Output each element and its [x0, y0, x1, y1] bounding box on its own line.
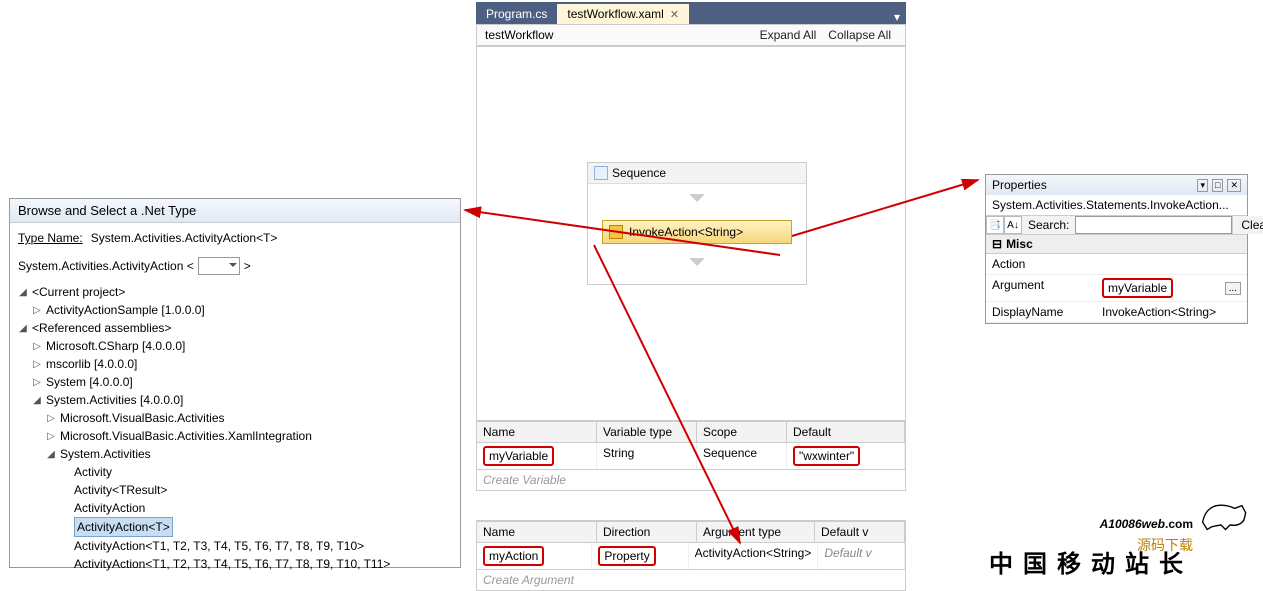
invoke-action-activity[interactable]: InvokeAction<String> [602, 220, 792, 244]
tab-dropdown-icon[interactable]: ▾ [888, 10, 906, 24]
arg-col-default[interactable]: Default v [815, 522, 905, 542]
var-type-cell[interactable]: String [597, 443, 697, 469]
arguments-grid[interactable]: Name Direction Argument type Default v m… [476, 520, 906, 591]
invoke-icon [609, 225, 623, 239]
workflow-designer[interactable]: Sequence InvokeAction<String> [476, 46, 906, 421]
type-tree[interactable]: ◢<Current project> ▷ActivityActionSample… [10, 279, 460, 577]
argument-value[interactable]: myVariable [1102, 278, 1173, 298]
clear-button[interactable]: Clear [1232, 216, 1263, 234]
tree-sys-activities-ns[interactable]: System.Activities [60, 445, 151, 463]
variables-grid[interactable]: Name Variable type Scope Default myVaria… [476, 420, 906, 491]
tree-activity-action-t10[interactable]: ActivityAction<T1, T2, T3, T4, T5, T6, T… [74, 537, 364, 555]
close-icon[interactable]: ✕ [670, 8, 679, 21]
type-name-label: Type Name: [18, 231, 83, 245]
prop-argument[interactable]: ArgumentmyVariable... [986, 275, 1247, 302]
var-col-type[interactable]: Variable type [597, 422, 697, 442]
watermark-cn: 中国移动站长 [989, 544, 1193, 579]
categorized-icon[interactable]: 📑 [986, 216, 1004, 234]
ellipsis-button[interactable]: ... [1225, 282, 1241, 295]
tree-mscorlib[interactable]: mscorlib [4.0.0.0] [46, 355, 137, 373]
tab-bar: Program.cs testWorkflow.xaml✕ ▾ [476, 2, 906, 24]
arg-name-cell[interactable]: myAction [483, 546, 544, 566]
displayname-value[interactable]: InvokeAction<String> [1096, 302, 1247, 322]
tree-activity-action[interactable]: ActivityAction [74, 499, 145, 517]
var-name-cell[interactable]: myVariable [483, 446, 554, 466]
var-col-default[interactable]: Default [787, 422, 905, 442]
tree-activity-action-t11[interactable]: ActivityAction<T1, T2, T3, T4, T5, T6, T… [74, 555, 390, 573]
browse-type-panel: Browse and Select a .Net Type Type Name:… [9, 198, 461, 568]
generic-type-combo[interactable] [198, 257, 240, 275]
table-row[interactable]: myVariable String Sequence "wxwinter" [476, 443, 906, 470]
prop-displayname[interactable]: DisplayNameInvokeAction<String> [986, 302, 1247, 323]
sequence-icon [594, 166, 608, 180]
properties-object-type: System.Activities.Statements.InvokeActio… [986, 195, 1247, 216]
misc-category[interactable]: Misc [1006, 237, 1033, 251]
sequence-activity[interactable]: Sequence InvokeAction<String> [587, 162, 807, 285]
properties-title: Properties [992, 178, 1047, 192]
arrow-down-icon [689, 258, 705, 274]
collapse-icon[interactable]: ⊟ [992, 237, 1002, 251]
search-input[interactable] [1075, 216, 1232, 234]
tree-activity[interactable]: Activity [74, 463, 112, 481]
arg-col-direction[interactable]: Direction [597, 522, 697, 542]
tree-activity-action-t[interactable]: ActivityAction<T> [74, 517, 173, 537]
dropdown-icon[interactable]: ▾ [1197, 179, 1208, 192]
designer-breadcrumb-bar: testWorkflow Expand All Collapse All [476, 24, 906, 46]
sequence-label: Sequence [612, 166, 666, 180]
arg-type-cell[interactable]: ActivityAction<String> [689, 543, 819, 569]
tree-ref-assemblies[interactable]: <Referenced assemblies> [32, 319, 171, 337]
var-default-cell[interactable]: "wxwinter" [793, 446, 860, 466]
arg-col-type[interactable]: Argument type [697, 522, 815, 542]
properties-panel: Properties ▾ □ ✕ System.Activities.State… [985, 174, 1248, 324]
restore-icon[interactable]: □ [1212, 179, 1223, 192]
var-col-scope[interactable]: Scope [697, 422, 787, 442]
tab-testworkflow[interactable]: testWorkflow.xaml✕ [557, 4, 689, 24]
tree-vb-activities[interactable]: Microsoft.VisualBasic.Activities [60, 409, 225, 427]
arg-default-cell[interactable]: Default v [818, 543, 905, 569]
arrow-down-icon [689, 194, 705, 210]
expand-all-link[interactable]: Expand All [754, 28, 823, 42]
create-variable-row[interactable]: Create Variable [476, 470, 906, 491]
var-col-name[interactable]: Name [477, 422, 597, 442]
rhino-icon [1198, 493, 1253, 533]
panel-title: Browse and Select a .Net Type [10, 199, 460, 223]
tree-activity-tresult[interactable]: Activity<TResult> [74, 481, 167, 499]
arg-col-name[interactable]: Name [477, 522, 597, 542]
tree-activity-sample[interactable]: ActivityActionSample [1.0.0.0] [46, 301, 205, 319]
tree-current-project[interactable]: <Current project> [32, 283, 125, 301]
var-scope-cell[interactable]: Sequence [697, 443, 787, 469]
type-name-value[interactable]: System.Activities.ActivityAction<T> [91, 231, 452, 245]
prop-action[interactable]: Action [986, 254, 1247, 275]
invoke-label: InvokeAction<String> [629, 225, 743, 239]
breadcrumb[interactable]: testWorkflow [485, 28, 553, 42]
tree-vb-xaml[interactable]: Microsoft.VisualBasic.Activities.XamlInt… [60, 427, 312, 445]
tab-program-cs[interactable]: Program.cs [476, 4, 557, 24]
combo-prefix: System.Activities.ActivityAction < [18, 259, 194, 273]
tree-sys-activities[interactable]: System.Activities [4.0.0.0] [46, 391, 183, 409]
combo-suffix: > [244, 259, 251, 273]
close-icon[interactable]: ✕ [1227, 179, 1241, 192]
table-row[interactable]: myAction Property ActivityAction<String>… [476, 543, 906, 570]
tree-ms-csharp[interactable]: Microsoft.CSharp [4.0.0.0] [46, 337, 185, 355]
tree-system[interactable]: System [4.0.0.0] [46, 373, 133, 391]
alphabetical-icon[interactable]: A↓ [1004, 216, 1022, 234]
create-argument-row[interactable]: Create Argument [476, 570, 906, 591]
arg-direction-cell[interactable]: Property [598, 546, 655, 566]
search-label: Search: [1022, 218, 1075, 232]
collapse-all-link[interactable]: Collapse All [822, 28, 897, 42]
